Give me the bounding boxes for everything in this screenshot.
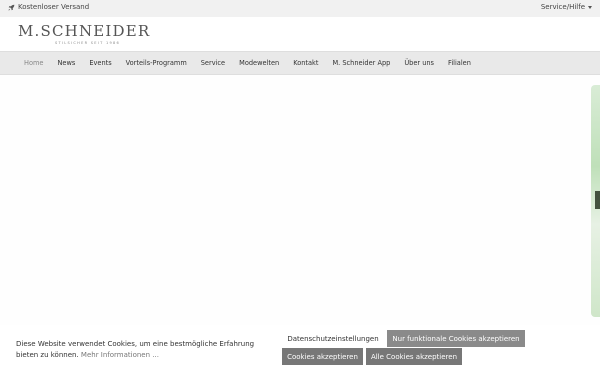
- accept-cookies-button[interactable]: Cookies akzeptieren: [282, 348, 363, 365]
- nav-item-vorteils-programm[interactable]: Vorteils-Programm: [126, 59, 187, 67]
- brand-logo[interactable]: M.SCHNEIDER STILSICHER SEIT 1986: [18, 23, 149, 49]
- more-info-link[interactable]: Mehr Informationen ...: [81, 351, 159, 359]
- nav-item-home[interactable]: Home: [24, 59, 43, 67]
- service-help-menu[interactable]: Service/Hilfe: [541, 3, 592, 11]
- nav-item-filialen[interactable]: Filialen: [448, 59, 471, 67]
- nav-item-modewelten[interactable]: Modewelten: [239, 59, 279, 67]
- nav-item-events[interactable]: Events: [89, 59, 111, 67]
- logo-tagline: STILSICHER SEIT 1986: [55, 41, 121, 45]
- nav-item-kontakt[interactable]: Kontakt: [293, 59, 318, 67]
- cookie-banner: Diese Website verwendet Cookies, um eine…: [0, 325, 600, 375]
- hero-image-edge: [591, 85, 600, 317]
- accept-all-cookies-button[interactable]: Alle Cookies akzeptieren: [366, 348, 462, 365]
- shipping-label: Kostenloser Versand: [18, 3, 90, 11]
- nav-item-news[interactable]: News: [57, 59, 75, 67]
- cookie-text: Diese Website verwendet Cookies, um eine…: [16, 339, 278, 360]
- hero-banner: [0, 75, 600, 325]
- chevron-down-icon: [588, 6, 592, 9]
- nav-item-ueber-uns[interactable]: Über uns: [404, 59, 434, 67]
- top-bar: Kostenloser Versand Service/Hilfe: [0, 0, 600, 17]
- functional-cookies-button[interactable]: Nur funktionale Cookies akzeptieren: [387, 330, 525, 347]
- nav-list: Home News Events Vorteils-Programm Servi…: [0, 52, 600, 74]
- hero-image-detail: [595, 191, 600, 209]
- privacy-settings-button[interactable]: Datenschutzeinstellungen: [282, 330, 384, 347]
- rocket-icon: [8, 4, 15, 11]
- main-navigation: Home News Events Vorteils-Programm Servi…: [0, 51, 600, 75]
- nav-item-service[interactable]: Service: [201, 59, 225, 67]
- logo-text[interactable]: M.SCHNEIDER: [18, 23, 149, 39]
- site-header: M.SCHNEIDER STILSICHER SEIT 1986: [0, 17, 600, 51]
- service-help-label[interactable]: Service/Hilfe: [541, 3, 585, 11]
- nav-item-app[interactable]: M. Schneider App: [332, 59, 390, 67]
- shipping-info: Kostenloser Versand: [8, 3, 89, 11]
